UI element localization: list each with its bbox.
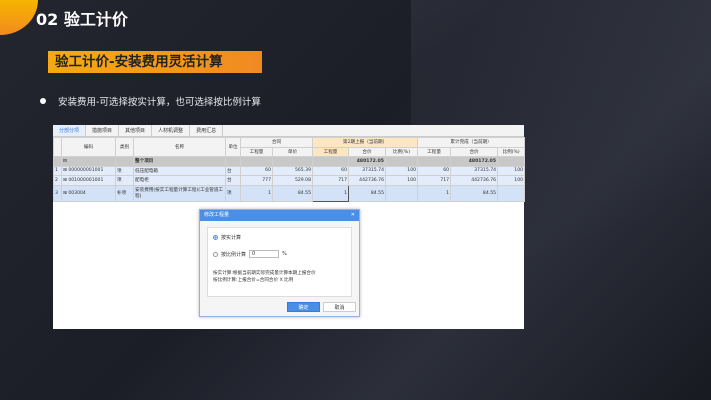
cell-kqty: 60 bbox=[417, 165, 452, 176]
cell-code: ⊞ 003004 bbox=[61, 184, 116, 202]
ratio-input[interactable]: 0 bbox=[249, 250, 280, 258]
option-ratio[interactable]: 按比例计算 0% bbox=[213, 250, 287, 258]
cell-kratio: 100 bbox=[497, 165, 526, 176]
cell-qty[interactable]: 1 bbox=[312, 184, 350, 202]
radio-ratio[interactable] bbox=[213, 251, 218, 257]
cell-unit: 项 bbox=[225, 184, 241, 202]
cell-ktotal: 37315.74 bbox=[450, 165, 499, 176]
col-current-qty: 工程量 bbox=[312, 146, 350, 157]
boq-table: 编码 类别 名称 单位 合同 第2期上报（当前期） 累计完成（当前期） 工程量 … bbox=[53, 137, 526, 202]
cell-total: 84.55 bbox=[348, 184, 387, 202]
bullet-item: 安装费用-可选择按实计算，也可选择按比例计算 bbox=[40, 94, 261, 108]
tab-fenbu[interactable]: 分部分项 bbox=[53, 125, 87, 136]
tab-feiyong[interactable]: 费用汇总 bbox=[190, 125, 224, 136]
col-cum-ratio: 比例(%) bbox=[497, 146, 526, 157]
radio-actual[interactable] bbox=[213, 235, 218, 240]
cell-ktotal: 84.55 bbox=[450, 184, 499, 202]
col-unit: 单位 bbox=[225, 137, 241, 157]
col-type: 类别 bbox=[115, 137, 134, 157]
col-code: 编码 bbox=[61, 137, 116, 157]
col-contract-qty: 工程量 bbox=[240, 146, 273, 157]
cell-kratio: 100 bbox=[497, 175, 526, 186]
col-cumulative: 累计完成（当前期） bbox=[417, 137, 526, 148]
expand-icon[interactable]: ⊞ bbox=[63, 191, 68, 196]
group-row[interactable]: ⊟ 整个项目 480172.05 480172.05 bbox=[53, 156, 526, 167]
cell-total: 442736.76 bbox=[348, 175, 387, 186]
bullet-dot-icon bbox=[40, 98, 46, 104]
modify-quantity-dialog: 修改工程量 ✕ 按实计算 按比例计算 0% 按实计算:根据当前期实际完成量计算本期上… bbox=[199, 209, 360, 317]
tab-qita[interactable]: 其他项目 bbox=[119, 125, 153, 136]
table-row[interactable]: 3 ⊞ 003004 补项 安装费用(按实工程量计算工程)(工业管道工程) 项 1 84.5… bbox=[53, 184, 526, 202]
expand-icon[interactable]: ⊞ bbox=[63, 178, 68, 183]
cell-ratio: 100 bbox=[385, 165, 419, 176]
ok-button[interactable]: 确定 bbox=[287, 302, 320, 312]
cell-name: 安装费用(按实工程量计算工程)(工业管道工程) bbox=[133, 184, 226, 202]
cell-name: 配电柜 bbox=[133, 175, 226, 186]
col-cum-qty: 工程量 bbox=[417, 146, 452, 157]
dialog-description: 按实计算:根据当前期实际完成量计算本期上报合价 按比例计算:上报合价=合同合价 X… bbox=[213, 270, 348, 284]
cell-kqty: 717 bbox=[417, 175, 452, 186]
table-row[interactable]: 1 ⊞ 000000001001 项低压配电箱台 60 565.39 60 37315.74… bbox=[53, 165, 526, 176]
cell-code: ⊞ 000000001001 bbox=[61, 165, 116, 176]
cell-n: 2 bbox=[53, 175, 62, 186]
col-current: 第2期上报（当前期） bbox=[312, 137, 419, 148]
cell-cqty: 1 bbox=[240, 184, 273, 202]
cell-cprice: 565.39 bbox=[271, 165, 314, 176]
cell-qty[interactable]: 717 bbox=[312, 175, 350, 186]
col-current-total: 合价 bbox=[348, 146, 387, 157]
cell-cprice: 529.08 bbox=[271, 175, 314, 186]
option-actual-label: 按实计算 bbox=[221, 235, 242, 241]
cell-ktotal: 442736.76 bbox=[450, 175, 499, 186]
cell-name: 低压配电箱 bbox=[133, 165, 226, 176]
cell-unit: 台 bbox=[225, 175, 241, 186]
tab-bar: 分部分项 措施项目 其他项目 人材机调整 费用汇总 bbox=[53, 125, 524, 137]
cell-code: ⊞ 001000001001 bbox=[61, 175, 116, 186]
cell-n: 1 bbox=[53, 165, 62, 176]
slide-subtitle: 验工计价-安装费用灵活计算 bbox=[48, 51, 262, 73]
col-cum-total: 合价 bbox=[450, 146, 499, 157]
group-current-total: 480172.05 bbox=[348, 156, 387, 167]
col-rownum bbox=[53, 137, 62, 157]
close-icon[interactable]: ✕ bbox=[351, 210, 355, 221]
col-contract-price: 单价 bbox=[271, 146, 314, 157]
cell-kratio bbox=[497, 184, 526, 202]
desc-line-2: 按比例计算:上报合价=合同合价 X 比例 bbox=[213, 278, 294, 283]
dialog-body: 按实计算 按比例计算 0% 按实计算:根据当前期实际完成量计算本期上报合价 按比例计… bbox=[207, 227, 352, 297]
cancel-button[interactable]: 取消 bbox=[323, 302, 356, 312]
group-name: 整个项目 bbox=[133, 156, 226, 167]
slide-title: 02 验工计价 bbox=[36, 10, 128, 29]
col-name: 名称 bbox=[133, 137, 226, 157]
bullet-text: 安装费用-可选择按实计算，也可选择按比例计算 bbox=[58, 97, 261, 108]
group-cum-total: 480172.05 bbox=[450, 156, 499, 167]
cell-n: 3 bbox=[53, 184, 62, 202]
dialog-title: 修改工程量 bbox=[204, 212, 230, 218]
tab-rencaiji[interactable]: 人材机调整 bbox=[152, 125, 191, 136]
cell-qty[interactable]: 60 bbox=[312, 165, 350, 176]
percent-label: % bbox=[282, 251, 287, 257]
cell-type: 项 bbox=[115, 165, 134, 176]
col-current-ratio: 比例(%) bbox=[385, 146, 419, 157]
cell-cqty: 777 bbox=[240, 175, 273, 186]
cell-cprice: 84.55 bbox=[271, 184, 314, 202]
cell-cqty: 60 bbox=[240, 165, 273, 176]
dialog-titlebar: 修改工程量 ✕ bbox=[200, 210, 359, 221]
option-actual[interactable]: 按实计算 bbox=[213, 234, 241, 241]
cell-type: 项 bbox=[115, 175, 134, 186]
desc-line-1: 按实计算:根据当前期实际完成量计算本期上报合价 bbox=[213, 271, 316, 276]
cell-total: 37315.74 bbox=[348, 165, 387, 176]
table-row[interactable]: 2 ⊞ 001000001001 项配电柜台 777 529.08 717 442736.7… bbox=[53, 175, 526, 186]
cell-kqty: 1 bbox=[417, 184, 452, 202]
cell-unit: 台 bbox=[225, 165, 241, 176]
option-ratio-label: 按比例计算 bbox=[221, 251, 247, 258]
col-contract: 合同 bbox=[239, 137, 314, 148]
cell-ratio: 100 bbox=[385, 175, 419, 186]
cell-type: 补项 bbox=[115, 184, 134, 202]
tab-cuoshi[interactable]: 措施项目 bbox=[86, 125, 120, 136]
expand-icon[interactable]: ⊞ bbox=[63, 168, 68, 173]
collapse-icon[interactable]: ⊟ bbox=[61, 156, 116, 167]
cell-ratio bbox=[385, 184, 419, 202]
